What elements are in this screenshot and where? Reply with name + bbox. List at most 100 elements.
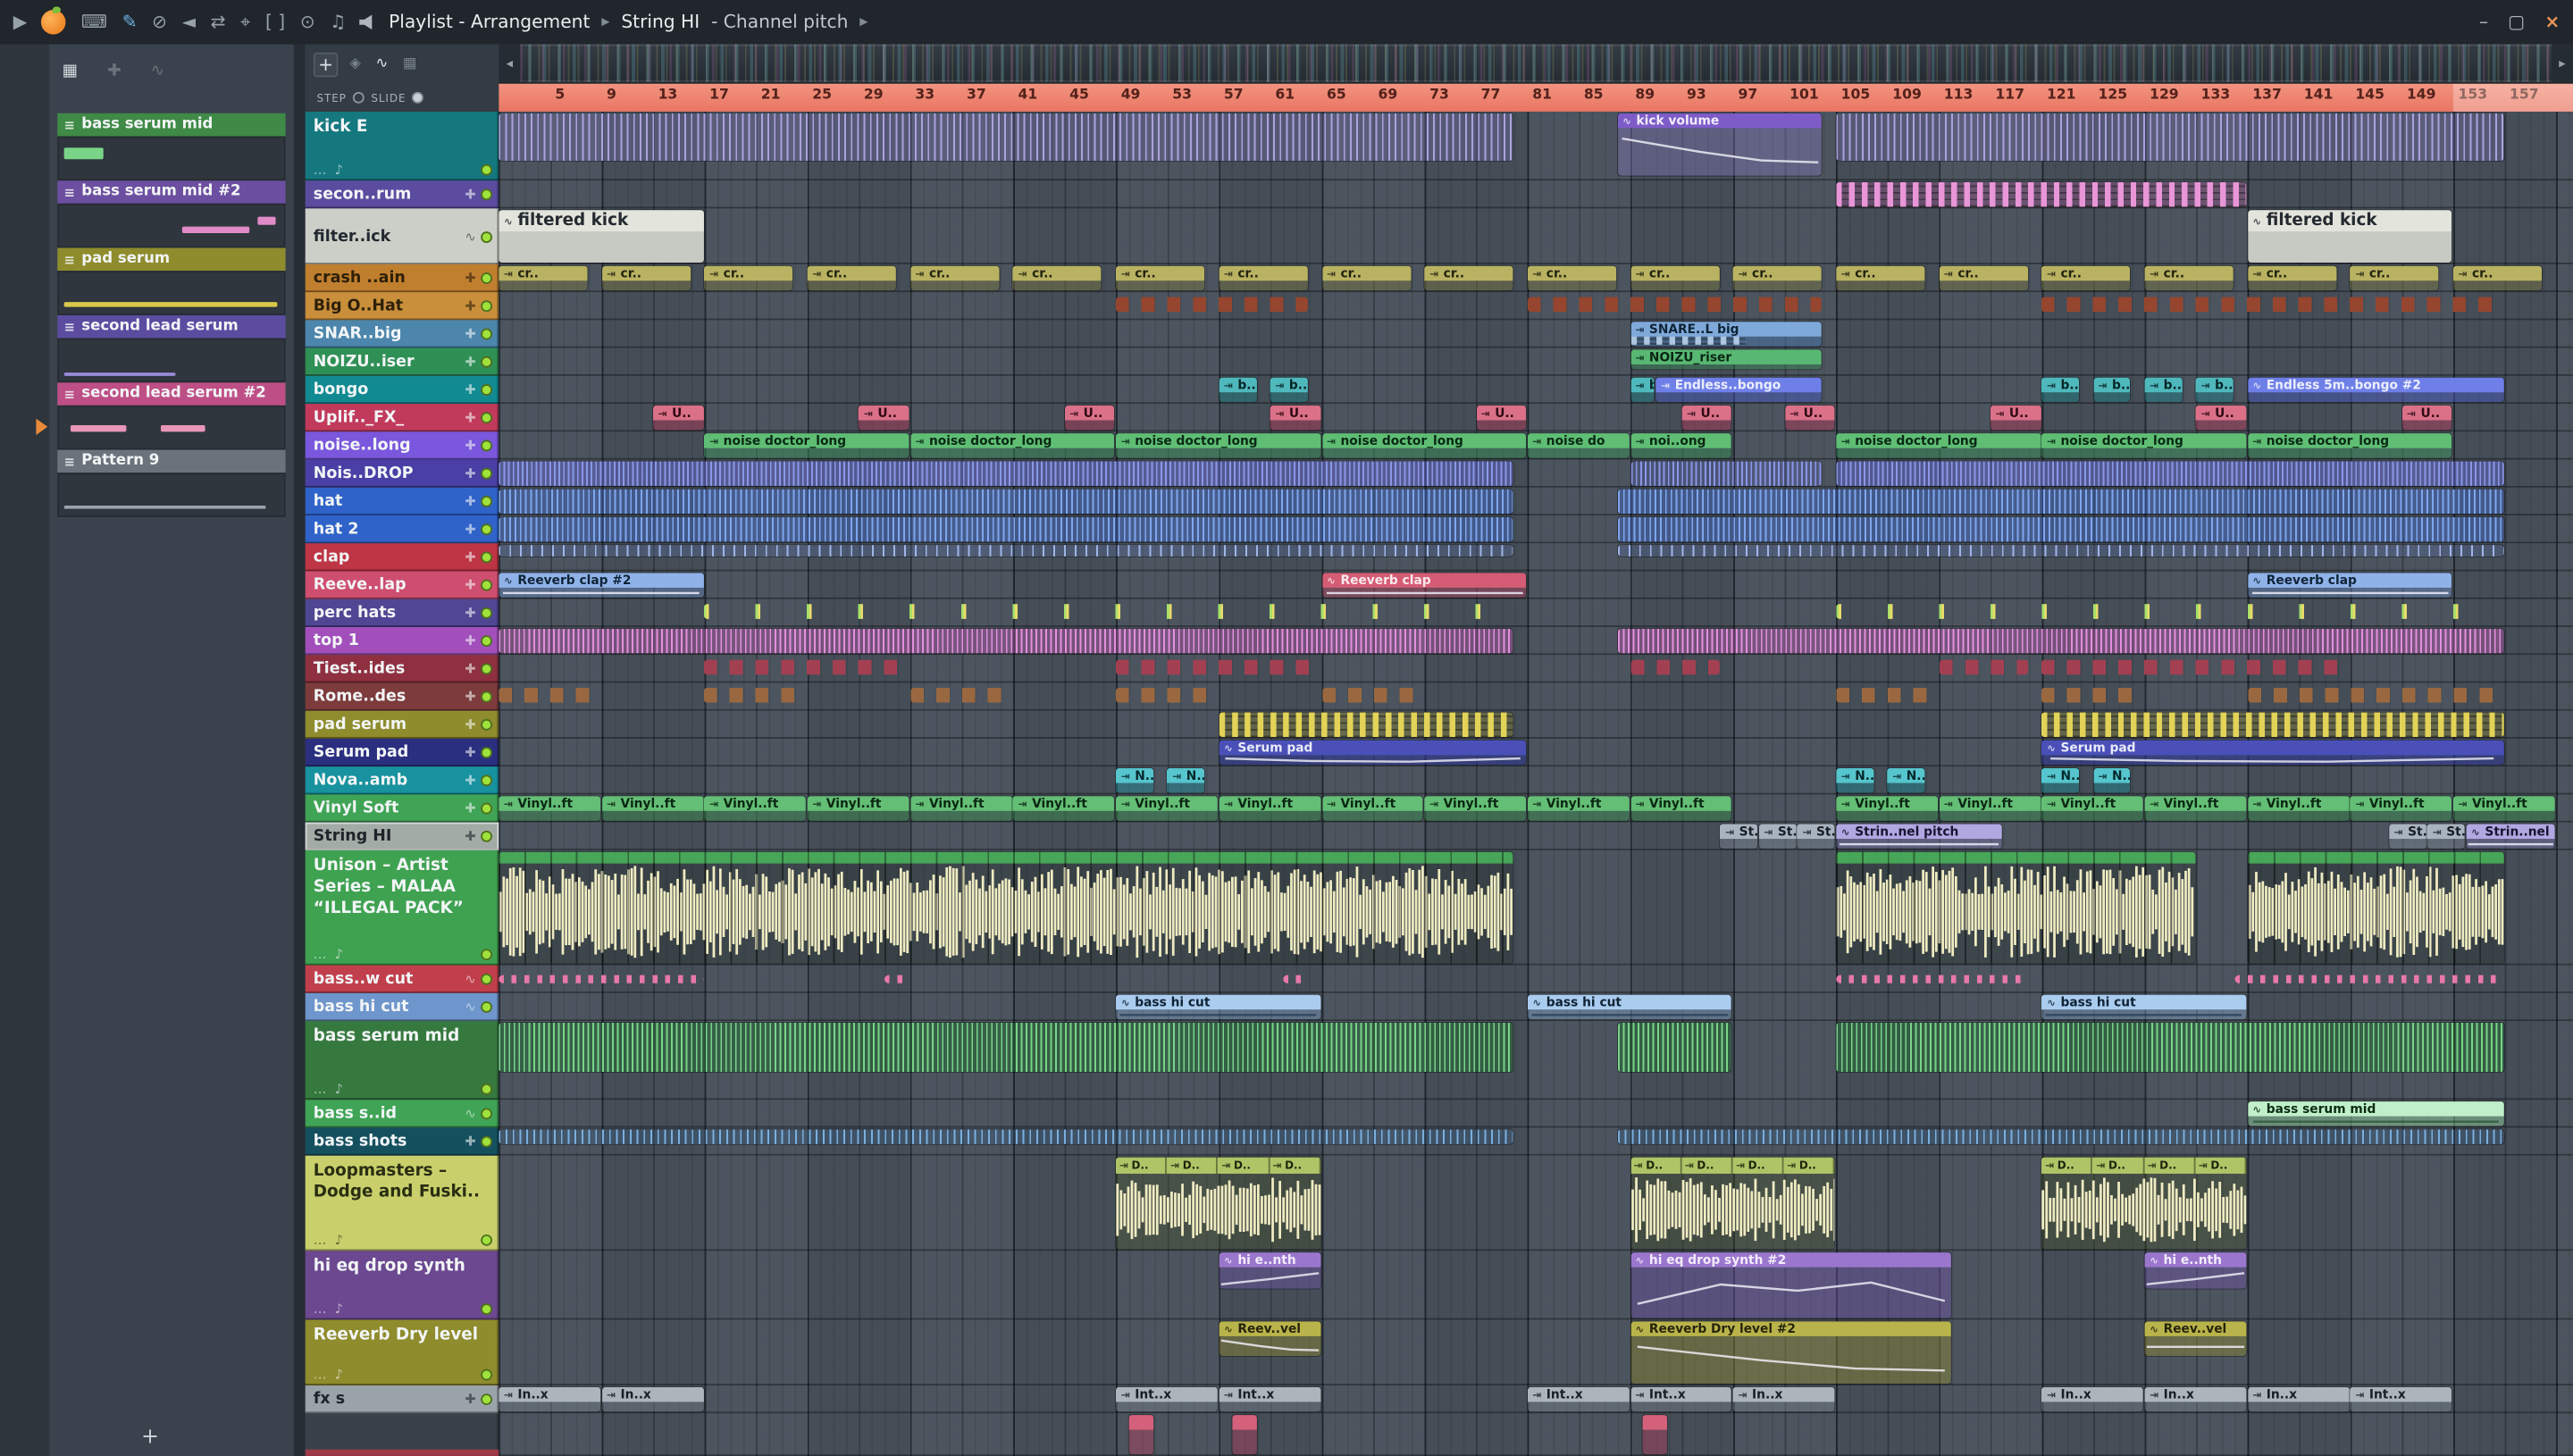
tick-pattern-clip[interactable] (704, 604, 1527, 620)
fl-studio-logo[interactable] (41, 6, 67, 35)
pattern-clip[interactable] (1617, 628, 2504, 654)
track-lane-snar-big[interactable]: ⇥ SNARE..L big (499, 320, 2573, 348)
maximize-button[interactable]: ▢ (2508, 12, 2525, 33)
move-icon[interactable]: ✚ (465, 187, 475, 202)
clip-filtered-kick[interactable]: ∿ filtered kick (2247, 210, 2452, 264)
track-header-reeverb-dry-level[interactable]: Reeverb Dry level… ♪ (305, 1319, 499, 1386)
track-header[interactable] (305, 1413, 499, 1456)
mute-indicator[interactable] (481, 163, 493, 176)
track-header-vinyl-soft[interactable]: Vinyl Soft ✚ (305, 794, 499, 823)
clip-b[interactable]: ⇥ b.. (2092, 377, 2131, 403)
clip-vinyl-ft[interactable]: ⇥ Vinyl..ft (1939, 796, 2041, 821)
audio-wave-clip[interactable] (499, 851, 1513, 964)
track-lane-kick-e[interactable]: ∿ kick volume (499, 111, 2573, 181)
track-lane-crash-ain[interactable]: ⇥ cr.. ⇥ cr.. ⇥ cr.. ⇥ cr.. ⇥ cr.. ⇥ cr.. ⇥ cr.. ⇥ cr..… (499, 264, 2573, 293)
mute-indicator[interactable] (481, 1083, 493, 1095)
pattern-item-header[interactable]: ≡ pad serum (57, 247, 286, 272)
clip-d[interactable]: ⇥ D.. (1783, 1157, 1835, 1174)
track-header-filter-ick[interactable]: filter..ick ∿ (305, 208, 499, 264)
move-icon[interactable]: ✚ (465, 717, 475, 732)
tick-pattern-clip[interactable] (2247, 688, 2504, 702)
dot-pattern-clip[interactable] (499, 975, 704, 983)
track-lane-noizu-iser[interactable]: ⇥ NOIZU_riser (499, 347, 2573, 376)
move-icon[interactable]: ✚ (465, 382, 475, 397)
clip-u[interactable]: ⇥ U.. (1476, 405, 1527, 431)
track-header-nova-amb[interactable]: Nova..amb ✚ (305, 766, 499, 795)
clip-vinyl-ft[interactable]: ⇥ Vinyl..ft (1321, 796, 1424, 821)
track-header-hat[interactable]: hat ✚ (305, 487, 499, 516)
track-lane-perc-hats[interactable] (499, 598, 2573, 628)
track-lane-hat-2[interactable] (499, 515, 2573, 544)
clip-st[interactable]: ⇥St.. (1758, 824, 1797, 849)
clip-vinyl-ft[interactable]: ⇥ Vinyl..ft (2350, 796, 2452, 821)
clip-in-x[interactable]: ⇥ In..x (2247, 1386, 2350, 1412)
clip-vinyl-ft[interactable]: ⇥ Vinyl..ft (807, 796, 909, 821)
clip-strin-nel-pitch[interactable]: ∿ Strin..nel pitch (2466, 824, 2555, 849)
clip-d[interactable]: ⇥ D.. (2143, 1157, 2196, 1174)
clip-vinyl-ft[interactable]: ⇥ Vinyl..ft (1630, 796, 1732, 821)
move-icon[interactable]: ✚ (465, 662, 475, 677)
clip-cr[interactable]: ⇥ cr.. (1939, 265, 2028, 291)
tick-pattern-clip[interactable] (1527, 297, 1823, 312)
move-icon[interactable]: ✚ (465, 466, 475, 481)
tick-pattern-clip[interactable] (704, 660, 909, 674)
tick-pattern-clip[interactable] (499, 688, 601, 702)
clip-hi-e-nth[interactable]: ∿ hi e..nth (1219, 1252, 1320, 1289)
mute-indicator[interactable] (481, 949, 493, 961)
dot-pattern-clip[interactable] (1836, 975, 2028, 983)
clip-n[interactable]: ⇥ N.. (2041, 768, 2080, 793)
swap-arrows-icon[interactable]: ⇄ (211, 13, 226, 31)
track-lane-tiest-ides[interactable] (499, 655, 2573, 683)
collapse-dots-icon[interactable]: … (314, 1233, 327, 1248)
clip-d[interactable]: ⇥ D.. (1681, 1157, 1733, 1174)
clip-st[interactable]: ⇥St.. (1797, 824, 1835, 849)
clip-vinyl-ft[interactable]: ⇥ Vinyl..ft (1424, 796, 1527, 821)
pattern-item-pattern-9[interactable]: ≡ Pattern 9 (57, 449, 286, 517)
clip-cr[interactable]: ⇥ cr.. (1733, 265, 1823, 291)
move-icon[interactable]: ✚ (465, 829, 475, 844)
mute-indicator[interactable] (481, 523, 493, 536)
clip-in-x[interactable]: ⇥ In..x (2041, 1386, 2144, 1412)
clip-vinyl-ft[interactable]: ⇥ Vinyl..ft (2041, 796, 2144, 821)
track-lane-loopmasters-dodge-and-fuski[interactable]: ⇥ D.. ⇥ D.. ⇥ D.. ⇥ D.. ⇥ D.. ⇥ D.. ⇥ D.. ⇥ D.. ⇥ D.. ⇥ D..… (499, 1155, 2573, 1251)
pattern-clip[interactable] (499, 489, 1513, 515)
move-icon[interactable]: ✚ (465, 439, 475, 454)
mute-indicator[interactable] (481, 1234, 493, 1246)
clip-reev-vel[interactable]: ∿ Reev..vel (2144, 1321, 2247, 1356)
clip-u[interactable]: ⇥ U.. (2196, 405, 2247, 431)
clip-in-x[interactable]: ⇥ In..x (2144, 1386, 2247, 1412)
clip[interactable] (1643, 1415, 1668, 1455)
clip-in-x[interactable]: ⇥ In..x (601, 1386, 704, 1412)
tick-pattern-clip[interactable] (909, 688, 1012, 702)
clip-u[interactable]: ⇥ U.. (859, 405, 909, 431)
add-pattern-button[interactable]: + (141, 1424, 159, 1449)
clip-b[interactable]: ⇥ b.. (1219, 377, 1257, 403)
clip-noise-doctor-long[interactable]: ⇥ noise doctor_long (2041, 433, 2247, 458)
move-icon[interactable]: ✚ (465, 690, 475, 705)
slur-icon[interactable]: ∿ (151, 63, 164, 80)
mute-indicator[interactable] (481, 718, 493, 731)
track-header-clap[interactable]: clap ✚ (305, 543, 499, 572)
mute-indicator[interactable] (481, 579, 493, 591)
clip-bass-hi-cut[interactable]: ∿ bass hi cut (1116, 994, 1320, 1020)
mute-indicator[interactable] (481, 1108, 493, 1120)
mute-indicator[interactable] (481, 663, 493, 675)
tick-pattern-clip[interactable] (1939, 660, 2028, 674)
clip-cr[interactable]: ⇥ cr.. (909, 265, 1000, 291)
dot-pattern-clip[interactable] (884, 975, 909, 983)
tick-pattern-clip[interactable] (2041, 660, 2350, 674)
track-lane-reeve-lap[interactable]: ∿ Reeverb clap #2 ∿ Reeverb clap ∿ Reeverb cl… (499, 571, 2573, 599)
move-icon[interactable]: ✚ (465, 606, 475, 621)
clip-reeverb-dry-level-2[interactable]: ∿ Reeverb Dry level #2 (1630, 1321, 1951, 1385)
pattern-item-pad-serum[interactable]: ≡ pad serum (57, 247, 286, 315)
picker-diamond-icon[interactable]: ◈ (349, 55, 361, 71)
clip-reeverb-clap[interactable]: ∿ Reeverb clap (1321, 573, 1527, 598)
clip-b[interactable]: ⇥ b.. (2196, 377, 2234, 403)
zoom-icon[interactable]: ⊙ (300, 13, 315, 31)
move-icon[interactable]: ✚ (465, 578, 475, 593)
pattern-clip[interactable] (499, 113, 1513, 161)
track-header-rome-des[interactable]: Rome..des ✚ (305, 682, 499, 711)
move-icon[interactable]: ✚ (465, 633, 475, 649)
clip-vinyl-ft[interactable]: ⇥ Vinyl..ft (2144, 796, 2247, 821)
dot-pattern-clip[interactable] (1283, 975, 1308, 983)
